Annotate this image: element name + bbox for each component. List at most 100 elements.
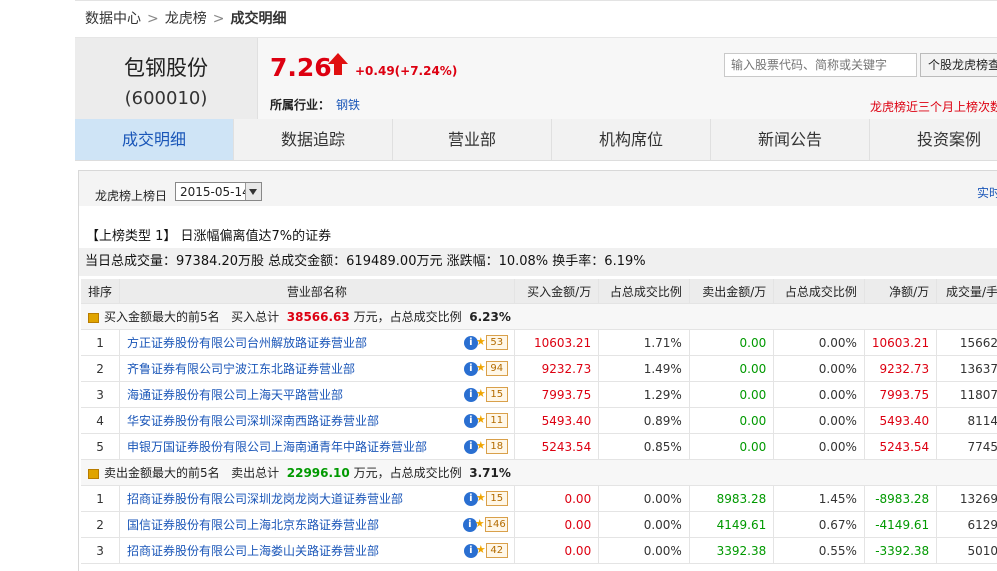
section-cell: 买入金额最大的前5名 买入总计 38566.63 万元，占总成交比例 6.23% — [81, 303, 997, 330]
page: 数据中心 > 龙虎榜 > 成交明细 包钢股份 (600010) 7.26 +0.49(+… — [75, 0, 997, 571]
net-amount-cell: -4149.61 — [864, 511, 938, 538]
nav-tabs: 成交明细 数据追踪 营业部 机构席位 新闻公告 投资案例 — [75, 119, 997, 161]
row-actions: i ★ 94 — [463, 361, 508, 376]
breadcrumb-separator: > — [147, 11, 159, 27]
row-actions: i ★ 11 — [463, 413, 508, 428]
star-icon[interactable]: ★ — [476, 413, 486, 426]
table-row: 4 华安证券股份有限公司深圳深南西路证券营业部 i ★ 11 5493.40 0.89% 0.… — [81, 407, 997, 434]
tab-trade-detail[interactable]: 成交明细 — [75, 119, 234, 160]
count-badge[interactable]: 146 — [484, 517, 508, 532]
tab-institution-seats[interactable]: 机构席位 — [552, 119, 711, 160]
rank-cell: 1 — [81, 485, 121, 512]
table-row: 3 海通证券股份有限公司上海天平路营业部 i ★ 15 7993.75 1.29% 0.00 0… — [81, 381, 997, 408]
net-amount-cell: 7993.75 — [864, 381, 938, 408]
table-row: 5 申银万国证券股份有限公司上海南通青年中路证券营业部 i ★ 18 5243.54 0.8… — [81, 433, 997, 460]
star-icon[interactable]: ★ — [476, 543, 486, 556]
col-buy-ratio: 占总成交比例 — [598, 279, 690, 304]
count-badge[interactable]: 42 — [485, 543, 508, 558]
star-icon[interactable]: ★ — [476, 361, 486, 374]
volume-cell: 6129 — [936, 511, 997, 538]
volume-cell: 7745 — [936, 433, 997, 460]
breadcrumb-separator: > — [212, 11, 225, 27]
stock-header: 包钢股份 (600010) 7.26 +0.49(+7.24%) 所属行业： 钢铁… — [75, 37, 997, 121]
section-total: 22996.10 — [286, 466, 350, 480]
branch-link[interactable]: 招商证券股份有限公司上海娄山关路证券营业部 — [127, 544, 379, 558]
sell-amount-cell: 0.00 — [689, 329, 775, 356]
section-pct: 6.23% — [469, 310, 511, 324]
sell-ratio-cell: 0.67% — [773, 511, 865, 538]
branch-cell: 齐鲁证券有限公司宁波江东北路证券营业部 i ★ 94 — [119, 355, 515, 382]
branch-cell: 方正证券股份有限公司台州解放路证券营业部 i ★ 53 — [119, 329, 515, 356]
branch-link[interactable]: 国信证券股份有限公司上海北京东路证券营业部 — [127, 518, 379, 532]
branch-link[interactable]: 海通证券股份有限公司上海天平路营业部 — [127, 388, 343, 402]
branch-link[interactable]: 招商证券股份有限公司深圳龙岗龙岗大道证券营业部 — [127, 492, 403, 506]
star-icon[interactable]: ★ — [476, 387, 486, 400]
buy-ratio-cell: 0.00% — [598, 511, 690, 538]
count-badge[interactable]: 18 — [485, 439, 508, 454]
buy-amount-cell: 0.00 — [514, 537, 600, 564]
star-icon[interactable]: ★ — [476, 335, 486, 348]
breadcrumb-home[interactable]: 数据中心 — [85, 11, 141, 27]
realtime-link[interactable]: 实时 — [977, 184, 997, 201]
branch-link[interactable]: 方正证券股份有限公司台州解放路证券营业部 — [127, 336, 367, 350]
industry-label: 所属行业： — [270, 98, 331, 112]
branch-link[interactable]: 齐鲁证券有限公司宁波江东北路证券营业部 — [127, 362, 355, 376]
stock-search-button[interactable]: 个股龙虎榜查询 — [920, 53, 997, 77]
breadcrumb: 数据中心 > 龙虎榜 > 成交明细 — [75, 0, 997, 37]
count-badge[interactable]: 15 — [485, 491, 508, 506]
col-rank: 排序 — [81, 279, 121, 304]
buy-ratio-cell: 0.89% — [598, 407, 690, 434]
table-row: 2 齐鲁证券有限公司宁波江东北路证券营业部 i ★ 94 9232.73 1.49% 0.00… — [81, 355, 997, 382]
sell-amount-cell: 4149.61 — [689, 511, 775, 538]
buy-amount-cell: 7993.75 — [514, 381, 600, 408]
date-select[interactable]: 2015-05-14 — [175, 182, 262, 201]
sell-amount-cell: 0.00 — [689, 433, 775, 460]
branch-link[interactable]: 华安证券股份有限公司深圳深南西路证券营业部 — [127, 414, 379, 428]
tab-news[interactable]: 新闻公告 — [711, 119, 870, 160]
table-header-row: 排序 营业部名称 买入金额/万 占总成交比例 卖出金额/万 占总成交比例 净额/… — [81, 279, 997, 304]
rank-cell: 2 — [81, 511, 121, 538]
branch-cell: 华安证券股份有限公司深圳深南西路证券营业部 i ★ 11 — [119, 407, 515, 434]
count-badge[interactable]: 94 — [485, 361, 508, 376]
branch-cell: 海通证券股份有限公司上海天平路营业部 i ★ 15 — [119, 381, 515, 408]
sell-ratio-cell: 0.55% — [773, 537, 865, 564]
section-unit: 万元，占总成交比例 — [353, 310, 462, 324]
row-actions: i ★ 146 — [462, 517, 508, 532]
count-badge[interactable]: 11 — [485, 413, 508, 428]
sell-amount-cell: 0.00 — [689, 407, 775, 434]
table-row: 2 国信证券股份有限公司上海北京东路证券营业部 i ★ 146 0.00 0.00% 4149… — [81, 511, 997, 538]
star-icon[interactable]: ★ — [476, 439, 486, 452]
section-unit: 万元，占总成交比例 — [353, 466, 462, 480]
net-amount-cell: -8983.28 — [864, 485, 938, 512]
star-icon[interactable]: ★ — [476, 491, 486, 504]
branch-link[interactable]: 申银万国证券股份有限公司上海南通青年中路证券营业部 — [127, 440, 427, 454]
search-hint: 龙虎榜近三个月上榜次数 — [870, 100, 997, 114]
content-box: 龙虎榜上榜日 2015-05-14 实时 【上榜类型 1】 日涨幅偏离值达7%的… — [78, 170, 997, 571]
stock-search-input[interactable] — [724, 53, 917, 77]
net-amount-cell: 10603.21 — [864, 329, 938, 356]
count-badge[interactable]: 15 — [485, 387, 508, 402]
col-branch-name: 营业部名称 — [119, 279, 515, 304]
tab-branch[interactable]: 营业部 — [393, 119, 552, 160]
volume-cell: 15662 — [936, 329, 997, 356]
chevron-down-icon[interactable] — [245, 183, 261, 200]
section-row: 卖出金额最大的前5名 卖出总计 22996.10 万元，占总成交比例 3.71% — [81, 459, 997, 486]
sell-ratio-cell: 1.45% — [773, 485, 865, 512]
count-badge[interactable]: 53 — [485, 335, 508, 350]
row-actions: i ★ 42 — [463, 543, 508, 558]
net-amount-cell: -3392.38 — [864, 537, 938, 564]
tab-data-tracking[interactable]: 数据追踪 — [234, 119, 393, 160]
industry-line: 所属行业： 钢铁 — [270, 96, 360, 113]
breadcrumb-section[interactable]: 龙虎榜 — [165, 11, 207, 27]
buy-ratio-cell: 0.00% — [598, 485, 690, 512]
tab-cases[interactable]: 投资案例 — [870, 119, 997, 160]
daily-summary: 当日总成交量：97384.20万股 总成交金额：619489.00万元 涨跌幅：… — [79, 248, 997, 276]
section-row: 买入金额最大的前5名 买入总计 38566.63 万元，占总成交比例 6.23% — [81, 303, 997, 330]
star-icon[interactable]: ★ — [475, 517, 485, 530]
branch-cell: 国信证券股份有限公司上海北京东路证券营业部 i ★ 146 — [119, 511, 515, 538]
col-buy-amount: 买入金额/万 — [514, 279, 600, 304]
sell-ratio-cell: 0.00% — [773, 329, 865, 356]
net-amount-cell: 9232.73 — [864, 355, 938, 382]
industry-link[interactable]: 钢铁 — [336, 98, 360, 112]
stock-price: 7.26 — [270, 53, 332, 82]
